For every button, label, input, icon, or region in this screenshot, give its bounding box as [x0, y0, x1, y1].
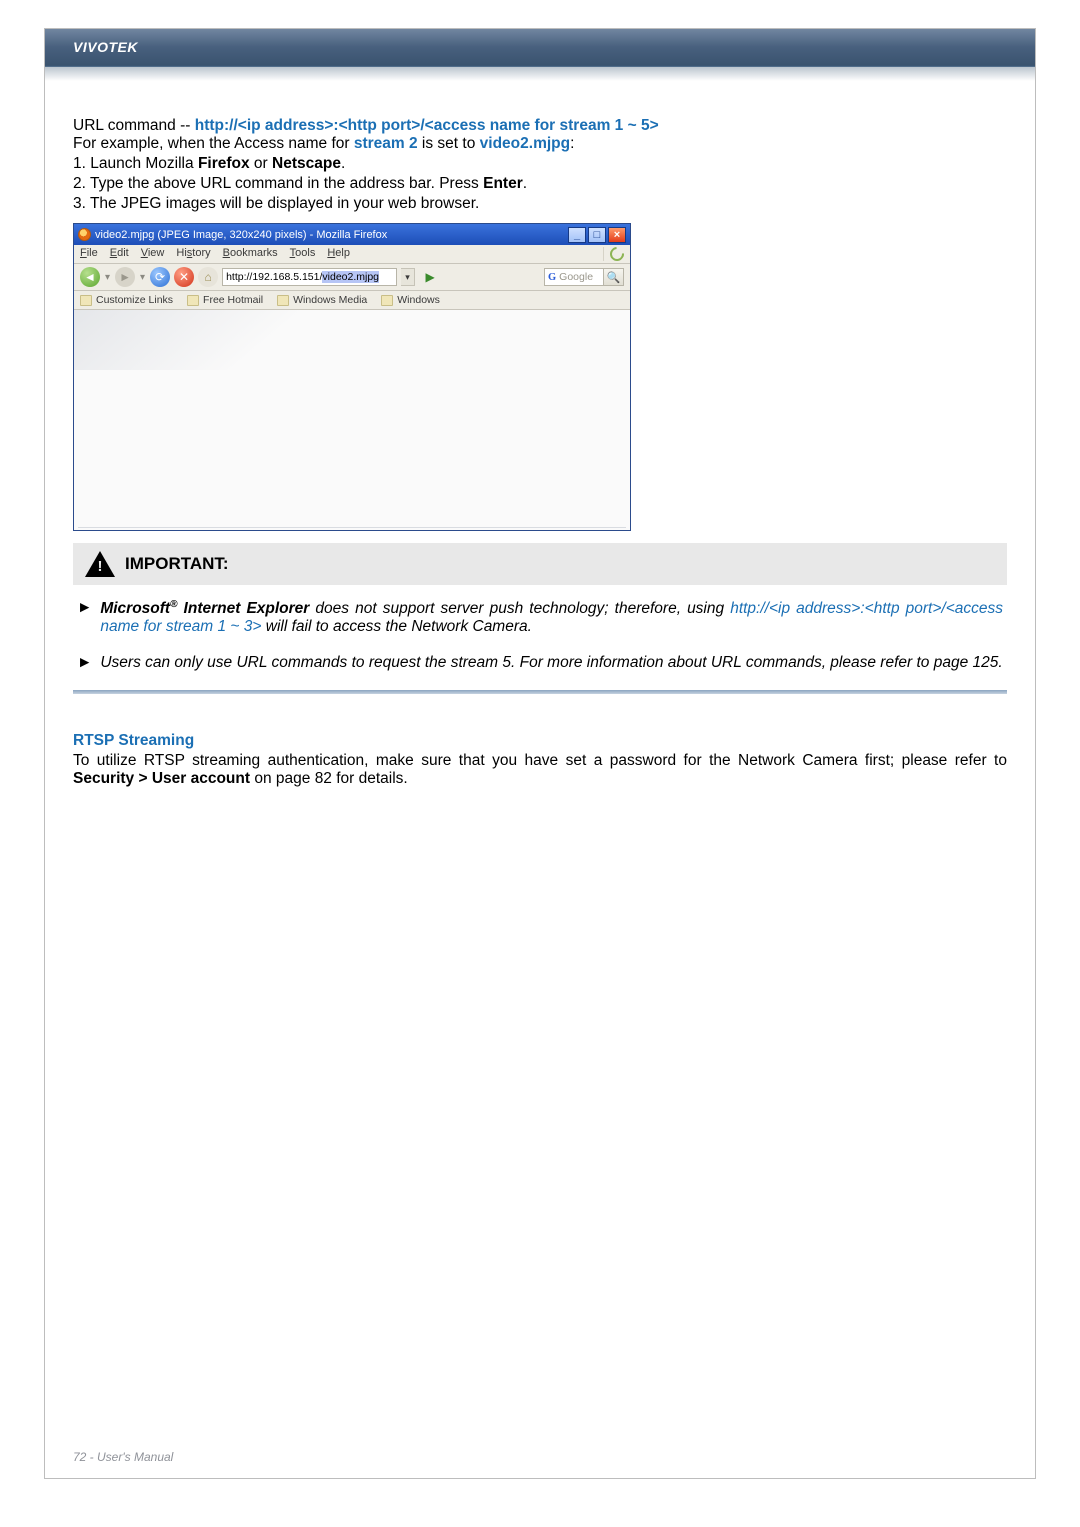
brand-label: VIVOTEK — [73, 39, 138, 55]
firefox-icon — [78, 228, 91, 241]
t: Windows Media — [293, 294, 367, 306]
url-selection: video2.mjpg — [322, 271, 379, 283]
menu-bookmarks[interactable]: Bookmarks — [223, 247, 278, 261]
intro-url-pattern: http://<ip address>:<http port>/<access … — [195, 117, 659, 134]
step-3: 3. The JPEG images will be displayed in … — [73, 195, 1007, 213]
menu-help[interactable]: Help — [327, 247, 350, 261]
t: Firefox — [198, 155, 250, 172]
t: Netscape — [272, 155, 341, 172]
t: Customize Links — [96, 294, 173, 306]
search-placeholder: Google — [559, 271, 593, 283]
t: Users can only use URL commands to reque… — [100, 654, 1002, 672]
firefox-window: video2.mjpg (JPEG Image, 320x240 pixels)… — [73, 223, 631, 531]
t: on page 82 for details. — [250, 770, 408, 787]
image-placeholder — [74, 310, 334, 370]
important-label: IMPORTANT: — [125, 554, 229, 574]
t: will fail to access the Network Camera. — [261, 618, 531, 635]
menu-tools[interactable]: Tools — [290, 247, 316, 261]
menu-edit[interactable]: Edit — [110, 247, 129, 261]
back-button[interactable]: ◄ — [80, 267, 100, 287]
t: Security > User account — [73, 770, 250, 787]
step-1: 1. Launch Mozilla Firefox or Netscape. — [73, 155, 1007, 173]
address-bar[interactable]: http://192.168.5.151/video2.mjpg — [222, 268, 397, 286]
home-button[interactable]: ⌂ — [198, 267, 218, 287]
t: Microsoft — [100, 600, 170, 617]
dropdown-icon[interactable]: ▾ — [140, 272, 145, 283]
note-url-commands: ► Users can only use URL commands to req… — [77, 654, 1003, 672]
reload-button[interactable]: ⟳ — [150, 267, 170, 287]
url-text: http://192.168.5.151/ — [226, 271, 322, 283]
page-header: VIVOTEK — [45, 29, 1035, 65]
t: . — [341, 155, 345, 172]
menu-history[interactable]: History — [176, 247, 210, 261]
dropdown-icon[interactable]: ▾ — [105, 272, 110, 283]
important-banner: IMPORTANT: — [73, 543, 1007, 585]
t: is set to — [418, 135, 480, 152]
bullet-icon: ► — [77, 599, 92, 636]
bookmark-customize-links[interactable]: Customize Links — [80, 294, 173, 306]
folder-icon — [187, 295, 199, 306]
step-2: 2. Type the above URL command in the add… — [73, 175, 1007, 193]
minimize-button[interactable]: _ — [568, 227, 586, 243]
folder-icon — [277, 295, 289, 306]
page-footer: 72 - User's Manual — [73, 1450, 173, 1464]
t: . — [523, 175, 527, 192]
intro-example-line: For example, when the Access name for st… — [73, 135, 1007, 153]
bookmark-windows[interactable]: Windows — [381, 294, 440, 306]
menu-view[interactable]: View — [141, 247, 165, 261]
activity-icon — [607, 244, 627, 264]
menubar: File Edit View History Bookmarks Tools H… — [74, 245, 630, 264]
bookmark-windows-media[interactable]: Windows Media — [277, 294, 367, 306]
steps: 1. Launch Mozilla Firefox or Netscape. 2… — [73, 155, 1007, 213]
search-bar: G Google 🔍 — [544, 268, 624, 286]
go-button[interactable]: ▶ — [423, 270, 437, 284]
content-area: URL command -- http://<ip address>:<http… — [45, 81, 1035, 788]
intro-prefix: URL command -- — [73, 117, 195, 134]
maximize-button[interactable]: □ — [588, 227, 606, 243]
t: : — [570, 135, 574, 152]
t: or — [250, 155, 272, 172]
stop-button[interactable]: ✕ — [174, 267, 194, 287]
folder-icon — [80, 295, 92, 306]
bookmarks-toolbar: Customize Links Free Hotmail Windows Med… — [74, 291, 630, 310]
t: Enter — [483, 175, 523, 192]
header-shadow — [45, 67, 1035, 81]
t: For example, when the Access name for — [73, 135, 354, 152]
nav-toolbar: ◄ ▾ ► ▾ ⟳ ✕ ⌂ http://192.168.5.151/video… — [74, 264, 630, 291]
bullet-icon: ► — [77, 654, 92, 672]
t: Free Hotmail — [203, 294, 263, 306]
search-icon[interactable]: 🔍 — [604, 268, 624, 286]
stream-label: stream 2 — [354, 135, 418, 152]
folder-icon — [381, 295, 393, 306]
page-frame: VIVOTEK URL command -- http://<ip addres… — [44, 28, 1036, 1479]
t: 2. Type the above URL command in the add… — [73, 175, 483, 192]
url-command-intro: URL command -- http://<ip address>:<http… — [73, 117, 1007, 213]
browser-viewport — [74, 310, 630, 530]
page-root: VIVOTEK URL command -- http://<ip addres… — [0, 0, 1080, 1527]
stream-file: video2.mjpg — [480, 135, 570, 152]
url-dropdown-icon[interactable]: ▾ — [401, 268, 415, 286]
bookmark-free-hotmail[interactable]: Free Hotmail — [187, 294, 263, 306]
rtsp-section: RTSP Streaming To utilize RTSP streaming… — [73, 732, 1007, 788]
google-icon: G — [548, 272, 556, 283]
important-notes: ► Microsoft® Internet Explorer does not … — [73, 585, 1007, 672]
titlebar[interactable]: video2.mjpg (JPEG Image, 320x240 pixels)… — [74, 224, 630, 245]
rtsp-title: RTSP Streaming — [73, 732, 1007, 750]
search-input[interactable]: G Google — [544, 268, 604, 286]
note-ie: ► Microsoft® Internet Explorer does not … — [77, 599, 1003, 636]
window-title: video2.mjpg (JPEG Image, 320x240 pixels)… — [95, 229, 387, 241]
t: To utilize RTSP streaming authentication… — [73, 752, 1007, 769]
close-button[interactable]: × — [608, 227, 626, 243]
forward-button[interactable]: ► — [115, 267, 135, 287]
menu-file[interactable]: File — [80, 247, 98, 261]
t: Windows — [397, 294, 440, 306]
t: does not support server push technology;… — [309, 600, 730, 617]
t: Internet Explorer — [177, 600, 309, 617]
section-divider — [73, 690, 1007, 694]
warning-icon — [85, 551, 115, 577]
rtsp-body: To utilize RTSP streaming authentication… — [73, 752, 1007, 788]
statusbar-divider — [78, 527, 626, 528]
t: 1. Launch Mozilla — [73, 155, 198, 172]
